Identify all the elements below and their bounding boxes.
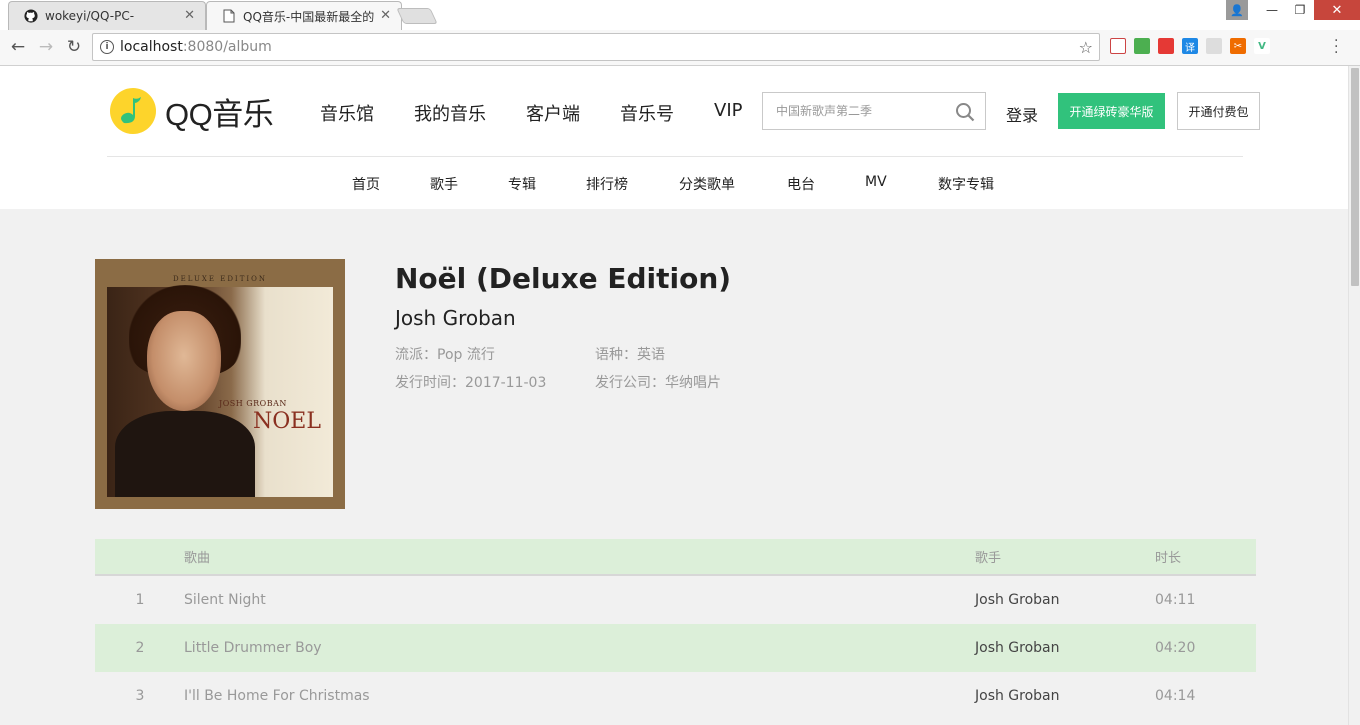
scrollbar-thumb[interactable] — [1351, 68, 1359, 286]
page-scrollbar[interactable] — [1348, 66, 1360, 725]
subnav-singers[interactable]: 歌手 — [430, 174, 458, 194]
tab-title: QQ音乐-中国最新最全的 — [243, 9, 375, 24]
song-duration: 04:14 — [1155, 688, 1196, 704]
table-row[interactable]: 3 I'll Be Home For Christmas Josh Groban… — [95, 672, 1256, 720]
window-close-button[interactable]: ✕ — [1314, 0, 1360, 20]
login-link[interactable]: 登录 — [1006, 102, 1038, 126]
extensions-bar: 译 ✂ V — [1110, 38, 1270, 54]
subnav-digital-albums[interactable]: 数字专辑 — [938, 174, 994, 194]
extension-vue-icon[interactable]: V — [1254, 38, 1270, 54]
extension-translate-icon[interactable]: 译 — [1182, 38, 1198, 54]
song-table-header: 歌曲 歌手 时长 — [95, 539, 1256, 576]
nav-vip[interactable]: VIP — [714, 100, 742, 126]
logo-text: QQ音乐 — [165, 96, 274, 132]
nav-my-music[interactable]: 我的音乐 — [414, 100, 486, 126]
table-row[interactable]: 1 Silent Night Josh Groban 04:11 — [95, 576, 1256, 624]
song-name[interactable]: Little Drummer Boy — [184, 624, 322, 672]
nav-music-hall[interactable]: 音乐馆 — [320, 100, 374, 126]
song-number: 3 — [135, 688, 145, 704]
extension-chrome-icon[interactable] — [1134, 38, 1150, 54]
browser-toolbar: ← → ↻ i localhost:8080/album ☆ 译 ✂ V · · · — [0, 30, 1360, 66]
song-table: 歌曲 歌手 时长 1 Silent Night Josh Groban 04:1… — [95, 539, 1256, 720]
cover-artist-text: JOSH GROBAN — [219, 399, 287, 408]
minimize-button[interactable]: — — [1258, 0, 1286, 20]
song-name[interactable]: I'll Be Home For Christmas — [184, 672, 370, 720]
qqmusic-logo-icon — [110, 88, 156, 134]
search-icon[interactable] — [955, 102, 975, 122]
new-tab-button[interactable] — [396, 8, 438, 24]
github-icon — [23, 8, 39, 24]
header-song: 歌曲 — [184, 551, 211, 566]
song-singer[interactable]: Josh Groban — [975, 576, 1060, 624]
table-row[interactable]: 2 Little Drummer Boy Josh Groban 04:20 — [95, 624, 1256, 672]
back-arrow-icon[interactable]: ← — [8, 37, 28, 57]
song-duration: 04:11 — [1155, 592, 1196, 608]
extension-tools-icon[interactable]: ✂ — [1230, 38, 1246, 54]
nav-music-account[interactable]: 音乐号 — [620, 100, 674, 126]
search-box — [762, 92, 986, 130]
close-icon[interactable]: ✕ — [380, 8, 391, 23]
album-cover-art: DELUXE EDITION JOSH GROBAN NOEL — [107, 271, 333, 497]
album-release-date: 发行时间：2017-11-03 — [395, 375, 547, 391]
window-controls: 👤 — ❐ ✕ — [1226, 0, 1360, 20]
subnav-albums[interactable]: 专辑 — [508, 174, 536, 194]
page-icon — [221, 8, 237, 24]
address-bar[interactable]: i localhost:8080/album ☆ — [92, 33, 1100, 61]
header-duration: 时长 — [1155, 551, 1182, 566]
extension-notes-icon[interactable] — [1110, 38, 1126, 54]
tab-title: wokeyi/QQ-PC- — [45, 9, 135, 23]
album-company: 发行公司：华纳唱片 — [595, 375, 721, 391]
profile-icon[interactable]: 👤 — [1226, 0, 1248, 20]
subnav-radio[interactable]: 电台 — [787, 174, 815, 194]
subnav-playlists[interactable]: 分类歌单 — [679, 174, 735, 194]
browser-tab-github[interactable]: wokeyi/QQ-PC- ✕ — [8, 1, 206, 30]
extension-circle-icon[interactable] — [1206, 38, 1222, 54]
cover-title-text: NOEL — [253, 409, 321, 434]
search-input[interactable] — [763, 93, 943, 129]
album-cover[interactable]: DELUXE EDITION JOSH GROBAN NOEL — [95, 259, 345, 509]
reload-icon[interactable]: ↻ — [64, 37, 84, 57]
song-name[interactable]: Silent Night — [184, 576, 266, 624]
main-nav: 音乐馆 我的音乐 客户端 音乐号 VIP — [320, 100, 782, 126]
song-number: 1 — [135, 592, 145, 608]
logo[interactable]: QQ音乐 — [109, 87, 274, 135]
cover-band-text: DELUXE EDITION — [107, 271, 333, 287]
header-singer: 歌手 — [975, 551, 1002, 566]
album-genre: 流派：Pop 流行 — [395, 347, 495, 363]
paid-package-button[interactable]: 开通付费包 — [1177, 92, 1260, 130]
song-number: 2 — [135, 640, 145, 656]
subnav-charts[interactable]: 排行榜 — [586, 174, 628, 194]
vip-green-button[interactable]: 开通绿砖豪华版 — [1058, 93, 1165, 129]
header-divider — [107, 156, 1243, 157]
browser-tabstrip: wokeyi/QQ-PC- ✕ QQ音乐-中国最新最全的 ✕ 👤 — ❐ ✕ — [0, 0, 1360, 30]
song-singer[interactable]: Josh Groban — [975, 624, 1060, 672]
subnav-home[interactable]: 首页 — [352, 174, 380, 194]
browser-menu-icon[interactable]: · · · — [1334, 34, 1340, 60]
close-icon[interactable]: ✕ — [184, 8, 195, 23]
site-header: QQ音乐 音乐馆 我的音乐 客户端 音乐号 VIP 登录 开通绿砖豪华版 开通付… — [0, 66, 1348, 209]
extension-block-icon[interactable] — [1158, 38, 1174, 54]
album-language: 语种：英语 — [595, 347, 665, 363]
subnav-mv[interactable]: MV — [865, 174, 887, 190]
forward-arrow-icon[interactable]: → — [36, 37, 56, 57]
info-icon[interactable]: i — [100, 40, 114, 54]
browser-tab-qqmusic[interactable]: QQ音乐-中国最新最全的 ✕ — [206, 1, 402, 30]
nav-client[interactable]: 客户端 — [526, 100, 580, 126]
address-url: localhost:8080/album — [120, 39, 272, 55]
bookmark-star-icon[interactable]: ☆ — [1079, 38, 1093, 57]
song-duration: 04:20 — [1155, 640, 1196, 656]
song-singer[interactable]: Josh Groban — [975, 672, 1060, 720]
album-title: Noël (Deluxe Edition) — [395, 262, 732, 295]
album-artist[interactable]: Josh Groban — [395, 306, 516, 330]
restore-button[interactable]: ❐ — [1286, 0, 1314, 20]
